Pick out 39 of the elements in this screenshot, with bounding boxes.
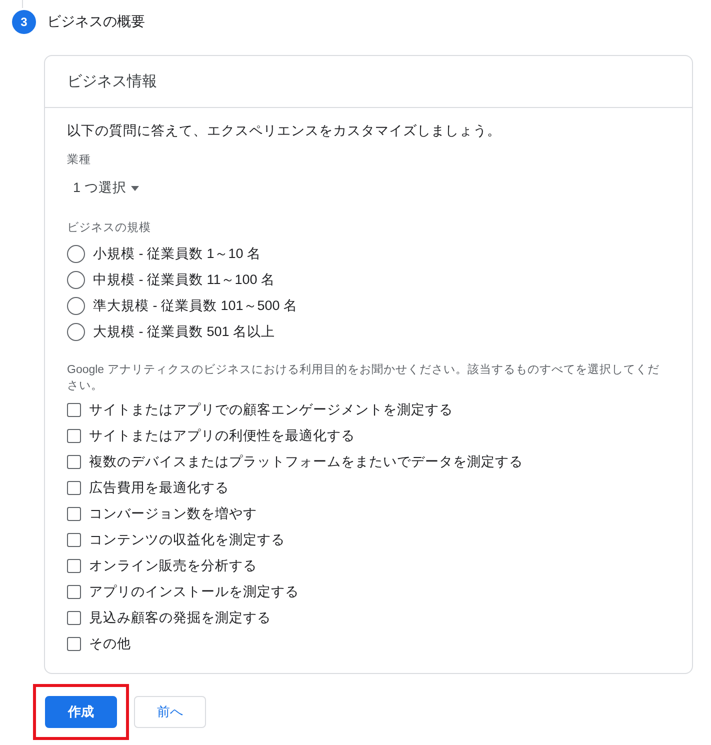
step-number: 3 bbox=[12, 10, 36, 34]
caret-icon bbox=[131, 186, 140, 190]
option-label: その他 bbox=[89, 635, 131, 653]
option-label: 準大規模 - 従業員数 101～500 名 bbox=[93, 297, 298, 315]
checkbox[interactable] bbox=[67, 533, 81, 547]
option-label: コンバージョン数を増やす bbox=[89, 505, 257, 523]
intro-text: 以下の質問に答えて、エクスペリエンスをカスタマイズしましょう。 bbox=[67, 122, 502, 140]
option-label: サイトまたはアプリの利便性を最適化する bbox=[89, 427, 355, 445]
industry-dropdown[interactable]: 1 つ選択 bbox=[67, 178, 146, 198]
radio-button[interactable] bbox=[67, 297, 85, 315]
checkbox[interactable] bbox=[67, 507, 81, 521]
option-label: 見込み顧客の発掘を測定する bbox=[89, 609, 271, 627]
option-label: 複数のデバイスまたはプラットフォームをまたいでデータを測定する bbox=[89, 453, 523, 471]
step-title: ビジネスの概要 bbox=[47, 13, 145, 31]
checkbox[interactable] bbox=[67, 403, 81, 417]
option-label: 中規模 - 従業員数 11～100 名 bbox=[93, 271, 276, 289]
checkbox[interactable] bbox=[67, 585, 81, 599]
field-label: 業種 bbox=[67, 152, 91, 168]
option-label: コンテンツの収益化を測定する bbox=[89, 531, 285, 549]
option-label: オンライン販売を分析する bbox=[89, 557, 257, 575]
radio-button[interactable] bbox=[67, 245, 85, 263]
checkbox[interactable] bbox=[67, 429, 81, 443]
option-label: 広告費用を最適化する bbox=[89, 479, 229, 497]
option-label: アプリのインストールを測定する bbox=[89, 583, 299, 601]
radio-button[interactable] bbox=[67, 271, 85, 289]
card-title: ビジネス情報 bbox=[67, 73, 157, 90]
checkbox[interactable] bbox=[67, 481, 81, 495]
question-label: Google アナリティクスのビジネスにおける利用目的をお聞かせください。該当するものすべてを選択してください。 bbox=[67, 362, 660, 394]
checkbox[interactable] bbox=[67, 559, 81, 573]
radio-button[interactable] bbox=[67, 323, 85, 341]
back-button[interactable]: 前へ bbox=[134, 696, 206, 728]
field-label: ビジネスの規模 bbox=[67, 220, 151, 236]
option-label: サイトまたはアプリでの顧客エンゲージメントを測定する bbox=[89, 401, 453, 419]
checkbox[interactable] bbox=[67, 637, 81, 651]
checkbox[interactable] bbox=[67, 611, 81, 625]
option-label: 大規模 - 従業員数 501 名以上 bbox=[93, 323, 276, 341]
create-button[interactable]: 作成 bbox=[45, 696, 117, 728]
option-label: 小規模 - 従業員数 1～10 名 bbox=[93, 245, 262, 263]
checkbox[interactable] bbox=[67, 455, 81, 469]
